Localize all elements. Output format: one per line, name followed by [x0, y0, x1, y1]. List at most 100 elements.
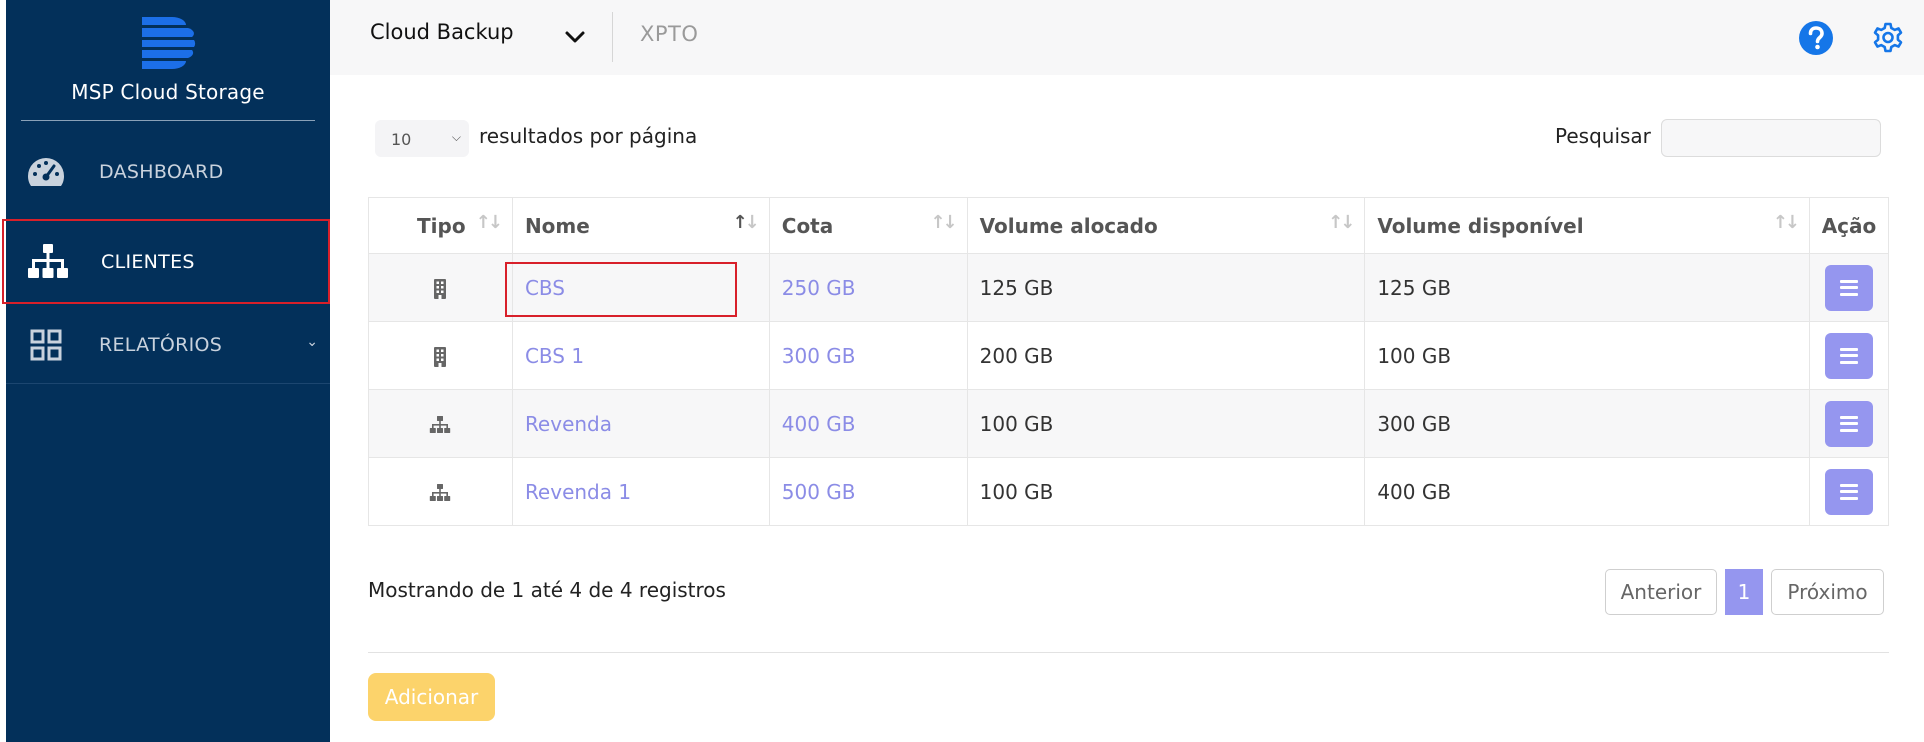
quota-link[interactable]: 400 GB [782, 412, 856, 436]
question-circle-icon[interactable] [1798, 20, 1834, 56]
gear-icon[interactable] [1871, 21, 1905, 55]
sort-icon: ↑↓ [475, 212, 503, 233]
previous-page-button[interactable]: Anterior [1605, 569, 1717, 615]
allocated-cell: 125 GB [966, 253, 1366, 322]
table-row: CBS 250 GB 125 GB 125 GB [368, 253, 1890, 322]
action-cell [1808, 457, 1890, 526]
column-header-nome[interactable]: Nome ↑↓ [511, 197, 770, 254]
allocated-cell: 100 GB [966, 389, 1366, 458]
column-header-label: Volume disponível [1377, 213, 1584, 238]
name-cell[interactable]: CBS 1 [511, 321, 770, 390]
available-cell: 125 GB [1364, 253, 1810, 322]
column-header-volume-disponivel[interactable]: Volume disponível ↑↓ [1364, 197, 1810, 254]
column-header-tipo[interactable]: Tipo ↑↓ [368, 197, 513, 254]
page-size-select[interactable]: 10 ⌵ [375, 120, 469, 157]
type-cell [368, 321, 513, 390]
page-size-label: resultados por página [479, 124, 698, 148]
sidebar-item-relatorios[interactable]: RELATÓRIOS ⌄ [6, 306, 330, 384]
speedometer-icon [24, 150, 68, 194]
menu-icon [1839, 347, 1858, 351]
quota-cell[interactable]: 500 GB [768, 457, 968, 526]
action-cell [1808, 253, 1890, 322]
quota-cell[interactable]: 300 GB [768, 321, 968, 390]
sidebar-item-label: RELATÓRIOS [99, 333, 223, 356]
menu-icon [1839, 415, 1858, 419]
client-name-link[interactable]: Revenda 1 [525, 480, 631, 504]
name-cell[interactable]: Revenda 1 [511, 457, 770, 526]
table-row: Revenda 1 500 GB 100 GB 400 GB [368, 457, 1890, 526]
sidebar-item-dashboard[interactable]: DASHBOARD [6, 132, 330, 212]
logo[interactable]: MSP Cloud Storage [6, 0, 330, 120]
name-cell[interactable]: Revenda [511, 389, 770, 458]
menu-button[interactable] [1824, 400, 1873, 447]
sort-ascending-icon: ↑↓ [732, 212, 760, 233]
pagination: Anterior 1 Próximo [1605, 569, 1884, 615]
product-select[interactable]: Cloud Backup [370, 20, 514, 44]
allocated-cell: 200 GB [966, 321, 1366, 390]
column-header-label: Volume alocado [979, 213, 1158, 238]
column-header-label: Tipo [417, 213, 466, 238]
sidebar: MSP Cloud Storage DASHBOARD CLIENTES REL… [2, 0, 330, 742]
type-cell [368, 253, 513, 322]
table-header-row: Tipo ↑↓ Nome ↑↓ Cota ↑↓ Volume alocado ↑… [368, 197, 1890, 254]
sort-icon: ↑↓ [1328, 212, 1355, 233]
clients-table: Tipo ↑↓ Nome ↑↓ Cota ↑↓ Volume alocado ↑… [368, 197, 1890, 526]
sidebar-item-label: CLIENTES [101, 250, 195, 273]
column-header-label: Nome [524, 213, 590, 238]
client-name-link[interactable]: CBS 1 [525, 344, 584, 368]
building-icon [429, 343, 451, 367]
column-header-cota[interactable]: Cota ↑↓ [768, 197, 968, 254]
action-cell [1808, 389, 1890, 458]
stacked-d-logo-icon [142, 17, 196, 69]
type-cell [368, 389, 513, 458]
available-cell: 400 GB [1364, 457, 1810, 526]
column-header-acao: Ação [1808, 197, 1890, 254]
org-chart-icon [429, 479, 451, 503]
menu-icon [1839, 279, 1858, 283]
quota-link[interactable]: 500 GB [782, 480, 856, 504]
available-cell: 100 GB [1364, 321, 1810, 390]
next-page-button[interactable]: Próximo [1771, 569, 1884, 615]
company-name: XPTO [640, 22, 699, 46]
column-header-label: Ação [1821, 213, 1877, 238]
pagination-info: Mostrando de 1 até 4 de 4 registros [368, 578, 726, 602]
sort-icon: ↑↓ [1772, 212, 1800, 233]
menu-icon [1839, 483, 1858, 487]
org-chart-icon [429, 411, 451, 435]
client-name-link[interactable]: CBS [525, 276, 565, 300]
footer-divider [368, 652, 1889, 653]
menu-button[interactable] [1824, 264, 1873, 311]
name-cell[interactable]: CBS [511, 253, 770, 322]
menu-button[interactable] [1824, 332, 1873, 379]
column-header-label: Cota [781, 213, 834, 238]
quota-link[interactable]: 300 GB [782, 344, 856, 368]
available-cell: 300 GB [1364, 389, 1810, 458]
menu-button[interactable] [1824, 468, 1873, 515]
page-size-value: 10 [391, 130, 412, 149]
table-row: Revenda 400 GB 100 GB 300 GB [368, 389, 1890, 458]
allocated-cell: 100 GB [966, 457, 1366, 526]
sidebar-divider [21, 120, 315, 121]
app-name: MSP Cloud Storage [71, 80, 265, 104]
table-row: CBS 1 300 GB 200 GB 100 GB [368, 321, 1890, 390]
add-button[interactable]: Adicionar [368, 673, 495, 721]
client-name-link[interactable]: Revenda [525, 412, 612, 436]
chevron-down-icon: ⌵ [451, 130, 461, 144]
search-input[interactable] [1661, 119, 1881, 157]
quota-cell[interactable]: 250 GB [768, 253, 968, 322]
action-cell [1808, 321, 1890, 390]
sort-icon: ↑↓ [930, 212, 957, 233]
sidebar-item-clientes[interactable]: CLIENTES [2, 219, 330, 304]
chevron-down-icon: ⌄ [306, 334, 318, 350]
org-chart-icon [26, 240, 70, 284]
sidebar-item-label: DASHBOARD [99, 161, 224, 183]
grid-icon [24, 323, 68, 367]
chevron-down-icon[interactable] [562, 24, 588, 50]
topbar-divider [612, 12, 613, 62]
column-header-volume-alocado[interactable]: Volume alocado ↑↓ [966, 197, 1366, 254]
quota-link[interactable]: 250 GB [782, 276, 856, 300]
page-1-button[interactable]: 1 [1725, 569, 1763, 615]
topbar: Cloud Backup XPTO [330, 0, 1924, 75]
search-label: Pesquisar [1555, 124, 1651, 148]
quota-cell[interactable]: 400 GB [768, 389, 968, 458]
